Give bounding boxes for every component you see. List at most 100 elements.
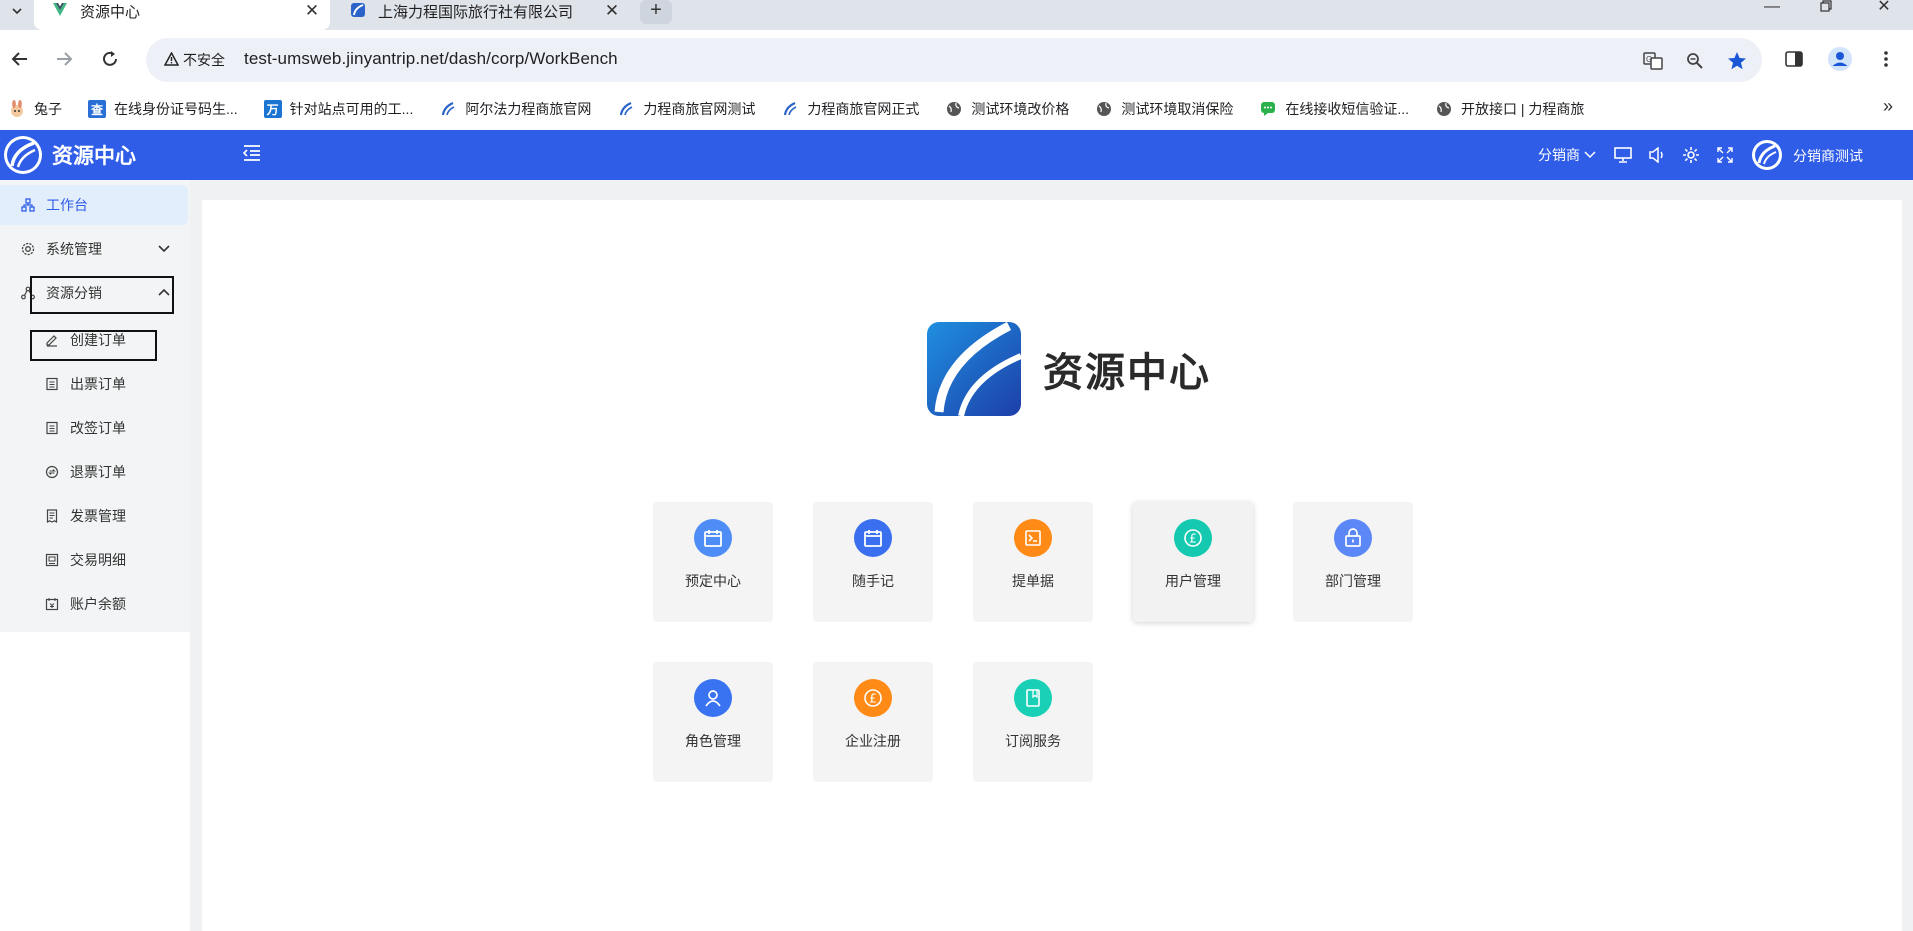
tile-company-registration[interactable]: £ 企业注册	[813, 662, 933, 782]
back-arrow-icon[interactable]	[6, 45, 34, 73]
lock-icon	[1334, 519, 1372, 557]
menu-collapse-icon[interactable]	[242, 144, 264, 166]
speaker-icon[interactable]	[1646, 144, 1668, 166]
focus-outline	[30, 276, 174, 314]
user-name[interactable]: 分销商测试	[1793, 146, 1863, 166]
close-window-icon[interactable]: ✕	[1864, 0, 1904, 15]
tile-submit-documents[interactable]: 提单据	[973, 502, 1093, 622]
cha-icon: 查	[88, 100, 106, 118]
sidebar-subitem-label: 发票管理	[70, 508, 126, 524]
book-icon	[1014, 679, 1052, 717]
profile-avatar-icon[interactable]	[1826, 45, 1854, 73]
sidebar-subitem-label: 交易明细	[70, 552, 126, 568]
liceng-logo-icon	[781, 100, 799, 118]
bookmark-item[interactable]: 兔子	[8, 99, 62, 119]
list-icon	[44, 420, 60, 436]
refund-icon	[44, 464, 60, 480]
restore-icon[interactable]	[1806, 0, 1846, 15]
bookmark-item[interactable]: 力程商旅官网测试	[617, 99, 755, 119]
close-tab-icon[interactable]: ✕	[600, 1, 624, 21]
bookmark-item[interactable]: 阿尔法力程商旅官网	[439, 99, 591, 119]
workbench-title: 资源中心	[1043, 351, 1211, 395]
zoom-icon[interactable]	[1682, 48, 1708, 74]
reload-icon[interactable]	[96, 45, 124, 73]
vue-logo-icon	[52, 2, 68, 18]
detail-icon	[44, 552, 60, 568]
brand[interactable]: 资源中心	[4, 136, 136, 174]
liceng-logo-icon	[350, 2, 366, 18]
bookmark-item[interactable]: 测试环境取消保险	[1095, 99, 1233, 119]
side-panel-icon[interactable]	[1780, 45, 1808, 73]
svg-text:G: G	[1646, 55, 1652, 64]
sidebar-item-system-management[interactable]: 系统管理	[0, 229, 190, 269]
sidebar-subitem-refund-orders[interactable]: 退票订单	[0, 452, 190, 492]
settings-gear-icon[interactable]	[1680, 144, 1702, 166]
bookmark-star-icon[interactable]	[1724, 48, 1750, 74]
tile-user-management[interactable]: £ 用户管理	[1133, 502, 1253, 622]
translate-icon[interactable]: G	[1640, 48, 1666, 74]
rabbit-icon	[8, 100, 26, 118]
tile-label: 用户管理	[1165, 573, 1221, 589]
bookmark-label: 阿尔法力程商旅官网	[465, 101, 592, 117]
tab-search-chevron-icon[interactable]	[4, 0, 30, 22]
security-chip[interactable]: 不安全	[156, 47, 233, 73]
user-avatar[interactable]	[1752, 140, 1782, 170]
bookmark-item[interactable]: 开放接口 | 力程商旅	[1435, 99, 1584, 119]
message-icon	[1259, 100, 1277, 118]
balance-icon	[44, 596, 60, 612]
tile-department-management[interactable]: 部门管理	[1293, 502, 1413, 622]
gear-icon	[20, 241, 36, 257]
sidebar-subitem-change-orders[interactable]: 改签订单	[0, 408, 190, 448]
tile-booking-center[interactable]: 预定中心	[653, 502, 773, 622]
bookmark-label: 力程商旅官网测试	[643, 101, 756, 117]
more-bookmarks-icon[interactable]: »	[1883, 96, 1893, 117]
close-tab-icon[interactable]: ✕	[300, 1, 324, 21]
tile-quick-notes[interactable]: 随手记	[813, 502, 933, 622]
bookmark-item[interactable]: 在线接收短信验证...	[1259, 99, 1409, 119]
new-tab-button[interactable]: +	[640, 0, 672, 24]
more-menu-icon[interactable]	[1872, 45, 1900, 73]
main-area: 资源中心 预定中心 随手记 提单据 £ 用户管理 部门管理 角色管理 £ 企业注…	[202, 180, 1913, 931]
bookmark-label: 开放接口 | 力程商旅	[1461, 101, 1585, 117]
monitor-icon[interactable]	[1612, 144, 1634, 166]
tile-subscription-service[interactable]: 订阅服务	[973, 662, 1093, 782]
focus-outline	[30, 330, 157, 361]
tile-label: 部门管理	[1325, 573, 1381, 589]
bookmark-label: 测试环境取消保险	[1121, 101, 1234, 117]
sidebar-subitem-label: 退票订单	[70, 464, 126, 480]
warning-icon	[163, 50, 180, 69]
security-label: 不安全	[183, 52, 225, 68]
sidebar-subitem-ticket-orders[interactable]: 出票订单	[0, 364, 190, 404]
tab-resource-center[interactable]: 资源中心 ✕	[34, 0, 330, 30]
bookmark-item[interactable]: 万 针对站点可用的工...	[263, 99, 413, 119]
calendar-icon	[694, 519, 732, 557]
tile-role-management[interactable]: 角色管理	[653, 662, 773, 782]
minimize-icon[interactable]: —	[1752, 0, 1792, 15]
sidebar-item-label: 系统管理	[46, 241, 102, 257]
tab-title: 资源中心	[80, 3, 141, 21]
wan-icon: 万	[263, 100, 282, 118]
browser-tab-bar: 资源中心 ✕ 上海力程国际旅行社有限公司 ✕ + — ✕	[0, 0, 1913, 30]
globe-icon	[945, 100, 963, 118]
tab-shanghai-liceng[interactable]: 上海力程国际旅行社有限公司 ✕	[340, 0, 630, 30]
url-text[interactable]: test-umsweb.jinyantrip.net/dash/corp/Wor…	[244, 49, 618, 69]
sidebar: 工作台 系统管理 资源分销 创建订单 出票订单 改签订单 退票订单 发票管理 交…	[0, 180, 190, 931]
sidebar-item-workbench[interactable]: 工作台	[0, 185, 188, 225]
sidebar-subitem-transaction-details[interactable]: 交易明细	[0, 540, 190, 580]
sidebar-subitem-account-balance[interactable]: 账户余额	[0, 584, 190, 624]
resource-center-logo-icon	[925, 320, 1023, 418]
tile-label: 预定中心	[685, 573, 741, 589]
address-bar[interactable]: 不安全 test-umsweb.jinyantrip.net/dash/corp…	[146, 38, 1762, 82]
role-select[interactable]: 分销商	[1538, 130, 1596, 180]
sidebar-menu: 工作台 系统管理 资源分销 创建订单 出票订单 改签订单 退票订单 发票管理 交…	[0, 180, 190, 632]
bookmark-item[interactable]: 测试环境改价格	[945, 99, 1069, 119]
bookmark-label: 兔子	[34, 101, 62, 117]
bookmark-label: 力程商旅官网正式	[807, 101, 920, 117]
tab-title: 上海力程国际旅行社有限公司	[378, 3, 574, 21]
forward-arrow-icon[interactable]	[50, 45, 78, 73]
fullscreen-icon[interactable]	[1714, 144, 1736, 166]
brand-title: 资源中心	[52, 145, 136, 168]
bookmark-item[interactable]: 力程商旅官网正式	[781, 99, 919, 119]
sidebar-subitem-invoice-management[interactable]: 发票管理	[0, 496, 190, 536]
bookmark-item[interactable]: 查 在线身份证号码生...	[88, 99, 238, 119]
